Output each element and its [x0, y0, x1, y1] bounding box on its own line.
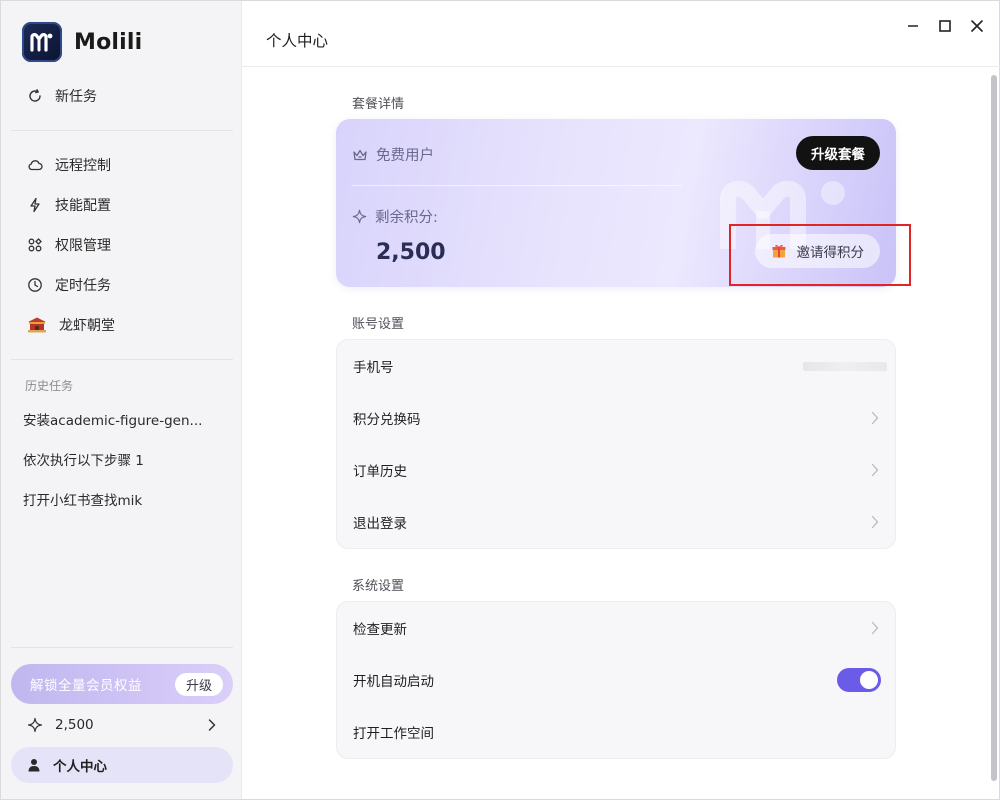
scrollbar-thumb[interactable] — [991, 75, 997, 781]
sidebar-divider — [11, 647, 233, 648]
history-item[interactable]: 安装academic-figure-gen... — [23, 409, 228, 429]
sidebar-item-remote-control[interactable]: 远程控制 — [11, 147, 233, 183]
sidebar-divider — [11, 359, 233, 360]
sidebar-item-lobster-court[interactable]: 龙虾朝堂 — [11, 307, 233, 343]
sidebar-item-scheduled[interactable]: 定时任务 — [11, 267, 233, 303]
account-row-redeem-code[interactable]: 积分兑换码 — [337, 392, 897, 444]
points-value: 2,500 — [376, 240, 446, 265]
account-settings-card: 手机号 积分兑换码 订单历史 退出登录 — [336, 339, 896, 549]
sidebar-item-permissions[interactable]: 权限管理 — [11, 227, 233, 263]
history-item[interactable]: 依次执行以下步骤 1 — [23, 449, 228, 469]
system-row-open-workspace[interactable]: 打开工作空间 — [337, 706, 897, 758]
crown-icon — [352, 148, 368, 162]
chevron-right-icon — [871, 621, 879, 635]
maximize-icon[interactable] — [934, 15, 956, 37]
chevron-right-icon — [871, 411, 879, 425]
highlight-annotation-box — [729, 224, 911, 286]
brand: Molili — [22, 22, 142, 62]
membership-banner-text: 解锁全量会员权益 — [30, 678, 142, 694]
sidebar-upgrade-button[interactable]: 升级 — [174, 673, 223, 696]
upgrade-plan-button[interactable]: 升级套餐 — [796, 136, 880, 170]
points-label: 剩余积分: — [375, 210, 438, 226]
clock-icon — [26, 276, 44, 294]
row-label: 订单历史 — [353, 464, 407, 480]
chevron-right-icon — [871, 463, 879, 477]
refresh-icon — [26, 87, 44, 105]
chevron-right-icon — [871, 515, 879, 529]
row-label: 检查更新 — [353, 622, 407, 638]
sidebar-points-value: 2,500 — [55, 717, 94, 733]
account-row-phone: 手机号 — [337, 340, 897, 392]
sparkle-icon — [352, 209, 367, 224]
chevron-right-icon — [207, 717, 217, 737]
system-settings-card: 检查更新 开机自动启动 打开工作空间 — [336, 601, 896, 759]
account-row-logout[interactable]: 退出登录 — [337, 496, 897, 548]
system-row-auto-start: 开机自动启动 — [337, 654, 897, 706]
account-row-order-history[interactable]: 订单历史 — [337, 444, 897, 496]
grid-icon — [26, 236, 44, 254]
topbar: 个人中心 — [242, 1, 1000, 67]
row-label: 手机号 — [353, 360, 394, 376]
minimize-icon[interactable] — [902, 15, 924, 37]
points-label-row: 剩余积分: — [352, 206, 438, 227]
close-icon[interactable] — [966, 15, 988, 37]
sidebar-item-label: 定时任务 — [55, 278, 111, 294]
toggle-knob — [860, 671, 878, 689]
cloud-icon — [26, 156, 44, 174]
palace-icon — [26, 316, 48, 334]
row-label: 打开工作空间 — [353, 726, 434, 742]
sidebar-item-label: 龙虾朝堂 — [59, 318, 115, 334]
new-task-label: 新任务 — [55, 89, 97, 105]
row-label: 积分兑换码 — [353, 412, 421, 428]
row-label: 开机自动启动 — [353, 674, 434, 690]
sidebar-item-skills[interactable]: 技能配置 — [11, 187, 233, 223]
account-section-label: 账号设置 — [352, 317, 405, 332]
app-window: Molili 新任务 远程控制 技能配置 权限管理 定时任务 龙虾朝堂 历史任务… — [0, 0, 1000, 800]
system-row-check-update[interactable]: 检查更新 — [337, 602, 897, 654]
lightning-icon — [26, 196, 44, 214]
plan-card-divider — [352, 185, 682, 186]
phone-number-masked — [803, 362, 887, 371]
plan-section-label: 套餐详情 — [352, 97, 405, 112]
sidebar-item-label: 远程控制 — [55, 158, 111, 174]
new-task-button[interactable]: 新任务 — [11, 78, 233, 114]
plan-tier-label: 免费用户 — [376, 148, 434, 164]
profile-label: 个人中心 — [53, 759, 107, 775]
membership-upgrade-banner[interactable]: 解锁全量会员权益 升级 — [11, 664, 233, 704]
app-name: Molili — [74, 29, 143, 55]
sidebar-item-profile[interactable]: 个人中心 — [11, 747, 233, 783]
auto-start-toggle[interactable] — [837, 668, 881, 692]
plan-tier-row: 免费用户 — [352, 144, 434, 165]
sidebar: Molili 新任务 远程控制 技能配置 权限管理 定时任务 龙虾朝堂 历史任务… — [1, 1, 242, 799]
sidebar-points-row[interactable]: 2,500 — [11, 709, 233, 741]
sparkle-icon — [27, 717, 43, 733]
history-item[interactable]: 打开小红书查找mik — [23, 489, 228, 509]
system-section-label: 系统设置 — [352, 579, 405, 594]
sidebar-item-label: 权限管理 — [55, 238, 111, 254]
page-title: 个人中心 — [266, 32, 329, 50]
row-label: 退出登录 — [353, 516, 407, 532]
molili-logo — [22, 22, 62, 62]
user-icon — [27, 758, 41, 772]
sidebar-item-label: 技能配置 — [55, 198, 111, 214]
sidebar-divider — [11, 130, 233, 131]
history-section-label: 历史任务 — [25, 379, 74, 393]
